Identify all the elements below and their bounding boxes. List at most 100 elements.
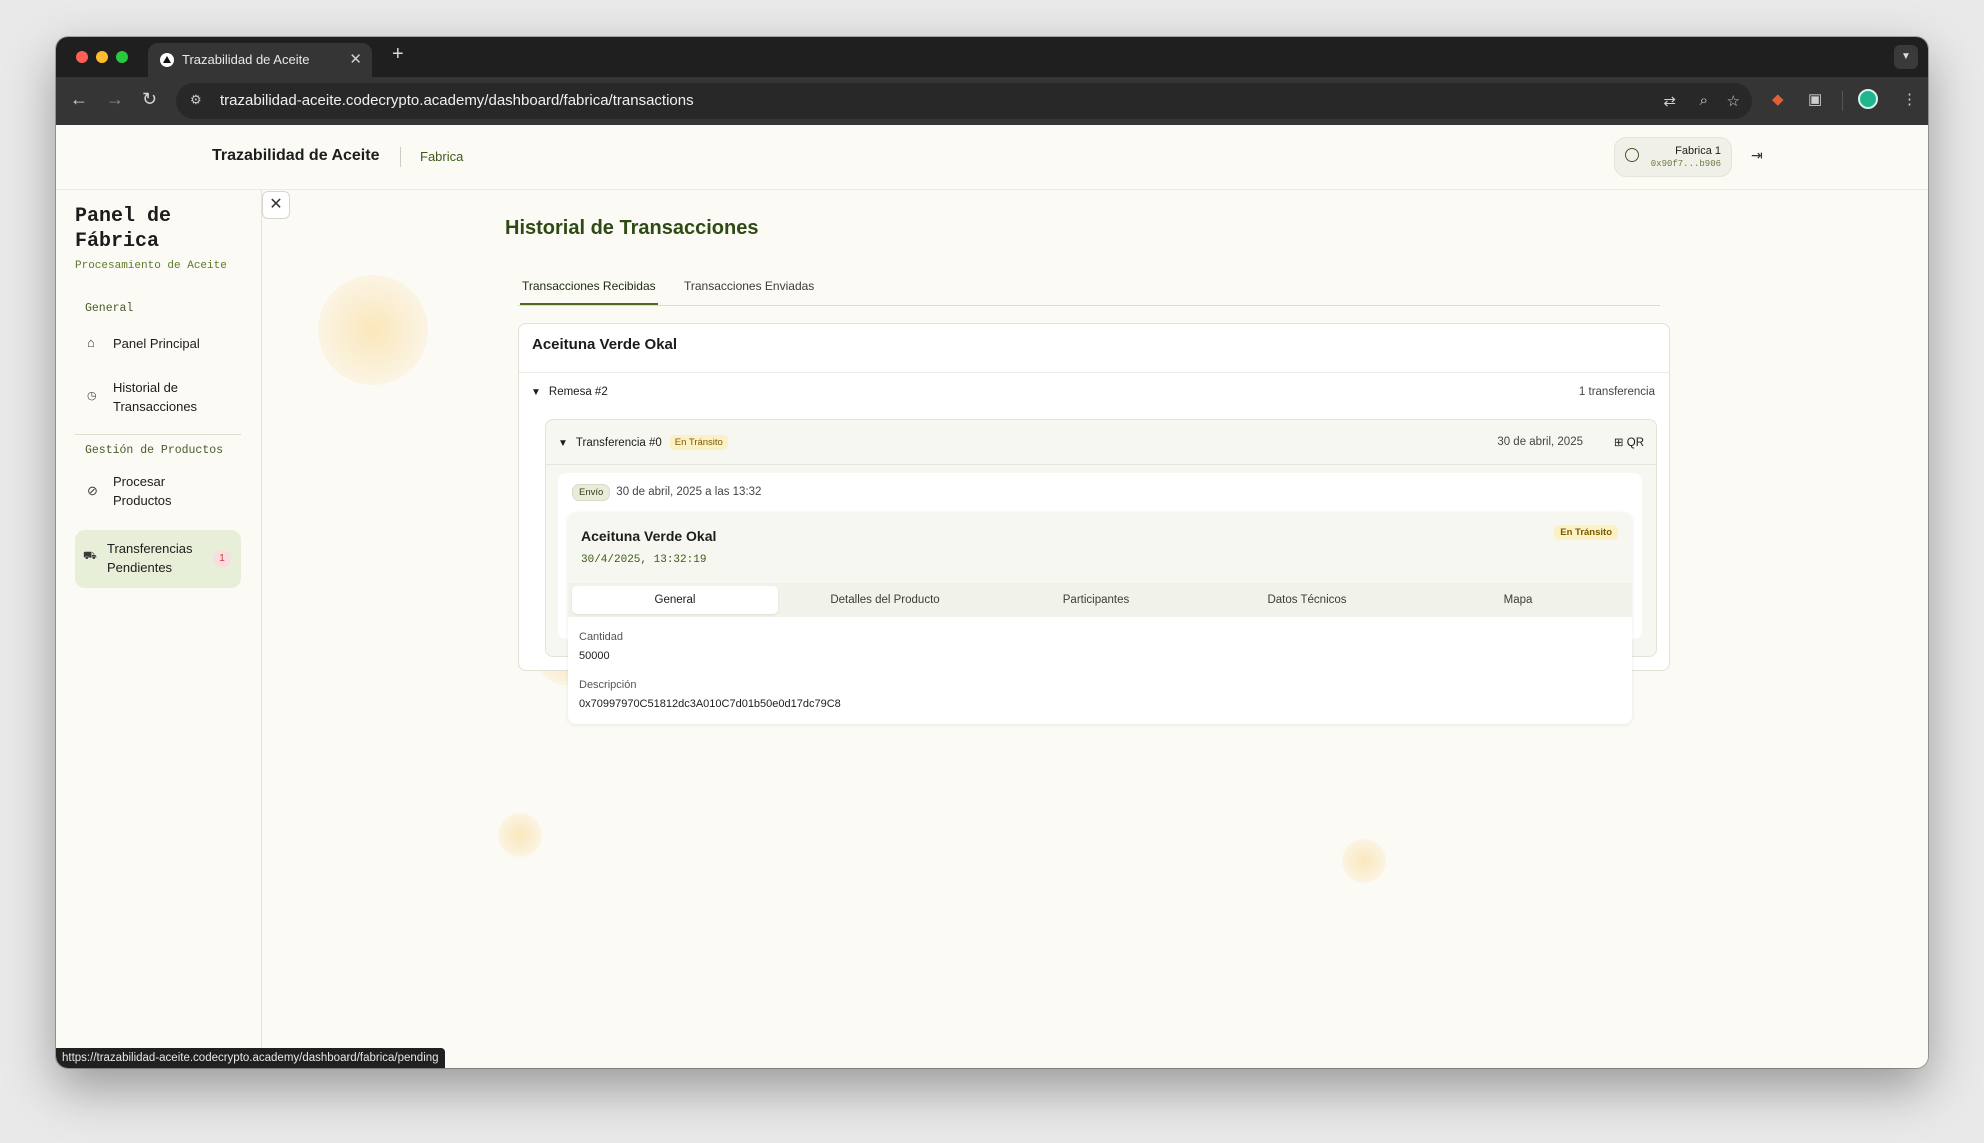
decorative-blob [498, 813, 542, 857]
account-chip[interactable]: Fabrica 1 0x90f7...b906 [1614, 137, 1732, 177]
detail-title: Aceituna Verde Okal [581, 528, 717, 544]
transfer-detail-card: Aceituna Verde Okal 30/4/2025, 13:32:19 … [568, 512, 1632, 724]
detail-timestamp: 30/4/2025, 13:32:19 [581, 554, 707, 566]
qr-label: QR [1626, 437, 1644, 449]
card-divider [519, 372, 1669, 373]
minimize-window-button[interactable] [96, 51, 108, 63]
sidebar-subtitle: Procesamiento de Aceite [75, 260, 227, 272]
account-name: Fabrica 1 [1675, 145, 1721, 157]
clock-icon: ◷ [87, 390, 97, 402]
tab-participantes[interactable]: Participantes [993, 586, 1199, 614]
transfer-label: Transferencia #0 [575, 437, 662, 449]
new-tab-button[interactable]: + [392, 43, 404, 66]
qr-code-icon: ⊞ [1613, 437, 1627, 449]
back-arrow-icon[interactable]: ← [70, 89, 88, 110]
status-bar-url: https://trazabilidad-aceite.codecrypto.a… [56, 1048, 445, 1068]
browser-window: Trazabilidad de Aceite ✕ + ▼ ← → ↻ ⚙ tra… [56, 37, 1928, 1068]
remesa-count: 1 transferencia [1578, 386, 1655, 398]
product-title: Aceituna Verde Okal [532, 336, 678, 353]
tab-mapa[interactable]: Mapa [1415, 586, 1621, 614]
sidebar-item-label: Panel Principal [113, 336, 200, 351]
transfer-panel: ▼ Transferencia #0 En Tránsito 30 de abril… [545, 419, 1657, 724]
sidebar: Panel de Fábrica Procesamiento de Aceite… [56, 190, 262, 1068]
descripcion-value: 0x70997970C51812dc3A010C7d01b50e0d17dc79… [579, 698, 841, 710]
app-header: Trazabilidad de Aceite Fabrica Fabrica 1… [56, 125, 1928, 190]
tab-strip: Trazabilidad de Aceite ✕ + ▼ [56, 37, 1928, 77]
account-address: 0x90f7...b906 [1650, 159, 1721, 169]
transfer-label-wrap: ▼ Transferencia #0 En Tránsito [558, 435, 728, 450]
profile-avatar[interactable] [1858, 89, 1878, 109]
product-card: Aceituna Verde Okal ▼ Remesa #2 1 transfe… [518, 323, 1670, 724]
tab-search-chevron-icon[interactable]: ▼ [1894, 45, 1918, 69]
sidebar-item-panel-principal[interactable]: ⌂ Panel Principal [75, 324, 241, 364]
decorative-blob [318, 275, 428, 385]
reload-icon[interactable]: ↻ [142, 89, 157, 110]
transaction-tabs: Transacciones Recibidas Transacciones En… [518, 271, 1660, 306]
close-window-button[interactable] [76, 51, 88, 63]
zoom-icon[interactable]: ⌕ [1700, 92, 1708, 109]
cantidad-label: Cantidad [579, 631, 624, 643]
tab-recibidas[interactable]: Transacciones Recibidas [520, 279, 658, 305]
tab-enviadas[interactable]: Transacciones Enviadas [684, 279, 814, 293]
envio-date: 30 de abril, 2025 a las 13:32 [616, 486, 762, 498]
role-label: Fabrica [420, 149, 464, 164]
detail-status-badge: En Tránsito [1554, 525, 1618, 540]
transfer-date: 30 de abril, 2025 [1497, 436, 1583, 448]
sidebar-item-label: Transferencias Pendientes [107, 541, 193, 575]
browser-menu-icon[interactable]: ⋮ [1902, 90, 1917, 108]
remesa-row[interactable]: ▼ Remesa #2 1 transferencia [531, 386, 1655, 398]
triangle-down-icon[interactable]: ▼ [531, 387, 541, 398]
sidebar-item-historial[interactable]: ◷ Historial de Transacciones [75, 372, 241, 424]
sidebar-item-procesar[interactable]: ⊘ Procesar Productos [75, 466, 241, 518]
envio-block: Envío 30 de abril, 2025 a las 13:32 Aceit… [558, 473, 1642, 724]
cantidad-value: 50000 [579, 650, 610, 662]
forward-arrow-icon[interactable]: → [106, 89, 124, 110]
descripcion-label: Descripción [579, 679, 637, 691]
envio-row: Envío 30 de abril, 2025 a las 13:32 [572, 484, 761, 501]
tab-title: Trazabilidad de Aceite [182, 52, 310, 67]
pending-count-badge: 1 [213, 550, 231, 568]
translate-icon[interactable]: ⇄ [1663, 92, 1676, 110]
close-sidebar-icon[interactable]: ✕ [262, 191, 290, 219]
tab-datos-tecnicos[interactable]: Datos Técnicos [1204, 586, 1410, 614]
tab-close-icon[interactable]: ✕ [349, 50, 362, 68]
sidebar-item-transferencias[interactable]: ⛟ Transferencias Pendientes 1 [75, 530, 241, 588]
status-badge: En Tránsito [669, 435, 728, 450]
transfer-body: Envío 30 de abril, 2025 a las 13:32 Aceit… [558, 473, 1642, 739]
transfer-header[interactable]: ▼ Transferencia #0 En Tránsito 30 de abril… [546, 420, 1656, 465]
toolbar-divider [1842, 91, 1843, 111]
site-info-icon[interactable]: ⚙ [190, 92, 208, 110]
extensions-puzzle-icon[interactable]: ▣ [1808, 90, 1822, 108]
sidebar-section-general: General [85, 302, 134, 315]
truck-icon: ⛟ [83, 550, 97, 562]
sidebar-item-label: Historial de Transacciones [113, 380, 198, 414]
logout-icon[interactable]: ⇥ [1751, 147, 1763, 164]
favicon-icon [160, 53, 174, 67]
url-text[interactable]: trazabilidad-aceite.codecrypto.academy/d… [220, 92, 694, 109]
remesa-label: Remesa #2 [548, 386, 608, 398]
detail-tabs: General Detalles del Producto Participan… [568, 583, 1632, 617]
extension-fox-icon[interactable]: ◆ [1772, 90, 1784, 108]
decorative-blob [1342, 839, 1386, 883]
qr-button[interactable]: ⊞ QR [1614, 435, 1644, 449]
triangle-down-icon[interactable]: ▼ [558, 438, 568, 449]
user-circle-icon [1625, 148, 1639, 162]
bookmark-star-icon[interactable]: ☆ [1727, 92, 1740, 110]
envio-tag: Envío [572, 484, 611, 501]
tab-general[interactable]: General [572, 586, 778, 614]
sidebar-divider [75, 434, 241, 435]
sidebar-section-products: Gestión de Productos [85, 444, 224, 457]
sidebar-item-label: Procesar Productos [113, 474, 172, 508]
sidebar-title: Panel de Fábrica [75, 205, 172, 253]
detail-header: Aceituna Verde Okal 30/4/2025, 13:32:19 … [568, 512, 1632, 583]
brand-title[interactable]: Trazabilidad de Aceite [212, 147, 379, 165]
header-divider [400, 147, 401, 167]
address-bar[interactable]: ⚙ trazabilidad-aceite.codecrypto.academy… [176, 83, 1752, 119]
tab-detalles-producto[interactable]: Detalles del Producto [782, 586, 988, 614]
process-icon: ⊘ [87, 483, 98, 498]
browser-toolbar: ← → ↻ ⚙ trazabilidad-aceite.codecrypto.a… [56, 77, 1928, 125]
browser-tab[interactable]: Trazabilidad de Aceite ✕ [148, 43, 372, 77]
page-content: Trazabilidad de Aceite Fabrica Fabrica 1… [56, 125, 1928, 1068]
page-title: Historial de Transacciones [505, 217, 759, 239]
maximize-window-button[interactable] [116, 51, 128, 63]
